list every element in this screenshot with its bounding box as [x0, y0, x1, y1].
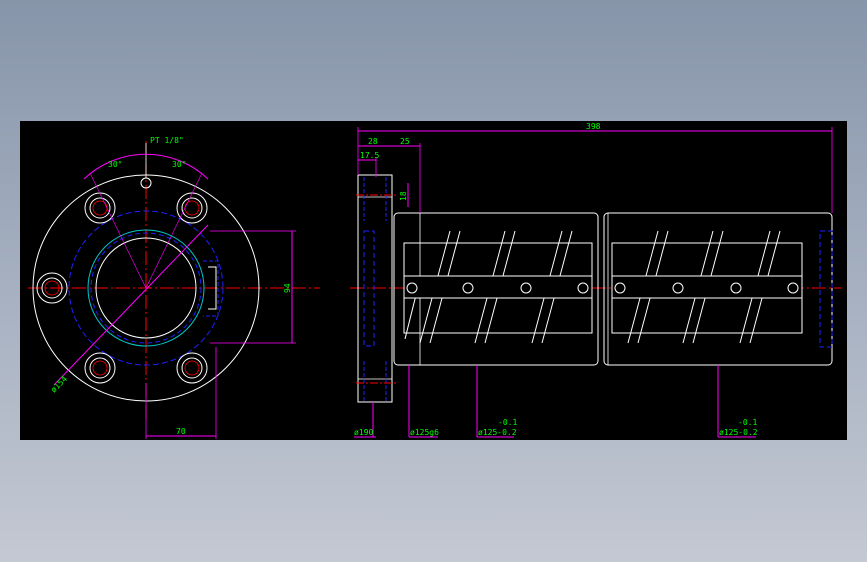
- front-view: 30° 30° PT 1/8" ø154 94 70: [28, 136, 320, 439]
- callout-125g6-text: ø125g6: [410, 428, 439, 437]
- drawing-svg: 30° 30° PT 1/8" ø154 94 70 398 28 25 17.…: [28, 122, 842, 439]
- flange-hole-bottom: [363, 361, 387, 401]
- drawing-canvas[interactable]: 30° 30° PT 1/8" ø154 94 70 398 28 25 17.…: [20, 121, 847, 440]
- callout-125a-tol: -0.1: [498, 418, 517, 427]
- flange-hole-top: [363, 177, 387, 221]
- callout-125b-tol: -0.1: [738, 418, 757, 427]
- bolt-hole-top-right: [176, 192, 208, 224]
- dim-28-text: 28: [368, 137, 378, 146]
- side-view: 398 28 25 17.5 18 ø190 ø125g6 -0.1 ø125-…: [350, 122, 842, 438]
- dim-diameter-text: ø154: [49, 374, 69, 394]
- angle-left-label: 30°: [108, 160, 122, 169]
- callout-125b-text: ø125-0.2: [719, 428, 758, 437]
- callout-125a-text: ø125-0.2: [478, 428, 517, 437]
- ball-track-right: [611, 275, 803, 299]
- dim-18-text: 18: [399, 191, 408, 201]
- dim-70-text: 70: [176, 427, 186, 436]
- bolt-hole-top-left: [84, 192, 116, 224]
- dim-398-text: 398: [586, 122, 601, 131]
- ball-track-left: [403, 275, 593, 299]
- dim-17-5-text: 17.5: [360, 151, 379, 160]
- right-end-hidden: [819, 230, 833, 348]
- dim-94-text: 94: [283, 283, 292, 293]
- dim-25-text: 25: [400, 137, 410, 146]
- bolt-hole-bottom-left: [84, 352, 116, 384]
- angle-right-label: 30°: [172, 160, 186, 169]
- cad-viewer: 30° 30° PT 1/8" ø154 94 70 398 28 25 17.…: [0, 0, 867, 562]
- callout-190-text: ø190: [354, 428, 373, 437]
- bolt-hole-bottom-right: [176, 352, 208, 384]
- port-label: PT 1/8": [150, 136, 184, 145]
